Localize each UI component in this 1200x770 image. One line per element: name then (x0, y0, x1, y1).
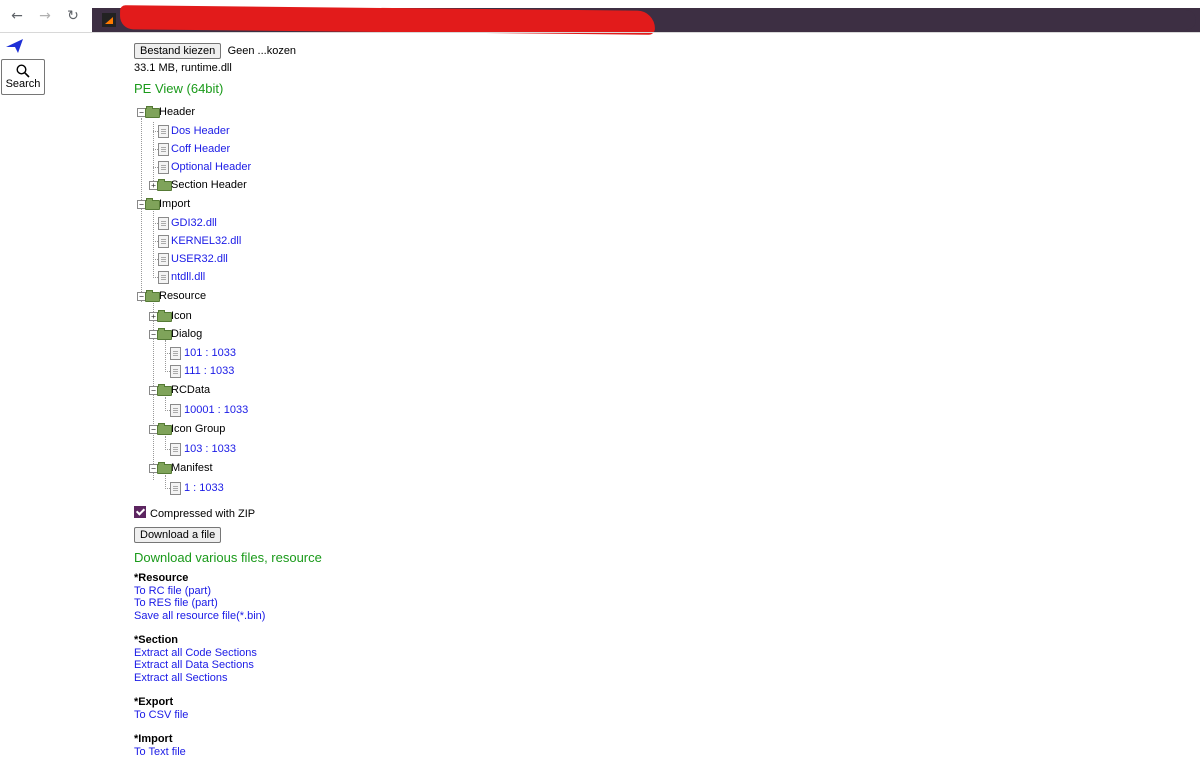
download-sections: *Resource To RC file (part) To RES file … (134, 572, 265, 770)
document-icon (170, 365, 181, 378)
tree-label: Icon Group (171, 423, 226, 435)
site-favicon-icon (102, 13, 116, 27)
tree-link[interactable]: Coff Header (171, 142, 230, 156)
tree-guide-line (165, 340, 166, 372)
search-button-label: Search (5, 78, 41, 90)
folder-open-icon (145, 290, 160, 302)
tree-link[interactable]: Dos Header (171, 124, 230, 138)
document-icon (170, 404, 181, 417)
tree-link[interactable]: 101 : 1033 (184, 346, 236, 360)
tree-label: Icon (171, 310, 192, 322)
search-icon (16, 64, 30, 78)
arrow-left-icon[interactable]: ← (8, 7, 26, 25)
tree-guide-line (165, 475, 166, 489)
import-section: *Import To Text file (134, 733, 265, 758)
document-icon (158, 217, 169, 230)
folder-icon (157, 310, 172, 322)
file-chooser: Bestand kiezen Geen ...kozen (134, 43, 296, 59)
download-file-button[interactable]: Download a file (134, 527, 222, 543)
tree-label: Manifest (171, 462, 213, 474)
section-section: *Section Extract all Code Sections Extra… (134, 634, 265, 684)
folder-open-icon (157, 384, 172, 396)
address-bar[interactable] (92, 5, 1200, 35)
tree-link[interactable]: 10001 : 1033 (184, 403, 248, 417)
tree-link[interactable]: 111 : 1033 (184, 364, 234, 378)
tree-label: Section Header (171, 179, 247, 191)
download-button-wrap: Download a file (134, 527, 222, 543)
arrow-right-icon[interactable]: → (36, 7, 54, 25)
document-icon (170, 482, 181, 495)
tree-link[interactable]: ntdll.dll (171, 270, 205, 284)
resource-section: *Resource To RC file (part) To RES file … (134, 572, 265, 622)
choose-file-button[interactable]: Bestand kiezen (134, 43, 222, 59)
section-heading: *Section (134, 634, 179, 646)
pe-view-title: PE View (64bit) (134, 81, 224, 96)
folder-open-icon (145, 106, 160, 118)
extract-data-sections-link[interactable]: Extract all Data Sections (134, 659, 265, 672)
document-icon (170, 347, 181, 360)
tree-link[interactable]: 1 : 1033 (184, 481, 224, 495)
section-heading: *Import (134, 733, 173, 745)
tree-label: Resource (159, 290, 207, 302)
tree-guide-line (141, 118, 142, 302)
folder-open-icon (145, 198, 160, 210)
to-text-file-link[interactable]: To Text file (134, 746, 265, 759)
folder-open-icon (157, 462, 172, 474)
file-status: Geen ...kozen (227, 45, 297, 57)
document-icon (158, 125, 169, 138)
reload-icon[interactable]: ↻ (64, 7, 82, 25)
to-csv-file-link[interactable]: To CSV file (134, 709, 265, 722)
tree-link[interactable]: USER32.dll (171, 252, 228, 266)
tree-link[interactable]: Optional Header (171, 160, 251, 174)
document-icon (170, 443, 181, 456)
compressed-label: Compressed with ZIP (150, 508, 256, 520)
section-heading: *Resource (134, 572, 189, 584)
arrow-logo-icon[interactable] (4, 38, 24, 54)
tree-label: Import (159, 198, 191, 210)
folder-open-icon (157, 328, 172, 340)
document-icon (158, 161, 169, 174)
document-icon (158, 271, 169, 284)
tree-label: Header (159, 106, 196, 118)
search-button[interactable]: Search (1, 59, 45, 95)
folder-open-icon (157, 423, 172, 435)
tree-link[interactable]: KERNEL32.dll (171, 234, 241, 248)
tree-link[interactable]: 103 : 1033 (184, 442, 236, 456)
toolbar-divider (0, 32, 1200, 33)
redaction-mark (119, 5, 656, 35)
address-field[interactable] (96, 5, 1196, 35)
file-info: 33.1 MB, runtime.dll (134, 62, 232, 74)
tree-link[interactable]: GDI32.dll (171, 216, 217, 230)
compressed-checkbox[interactable] (134, 506, 146, 518)
section-heading: *Export (134, 696, 174, 708)
document-icon (158, 235, 169, 248)
document-icon (158, 253, 169, 266)
browser-toolbar: ← → ↻ (0, 0, 1200, 35)
to-rc-file-link[interactable]: To RC file (part) (134, 585, 265, 598)
save-all-resource-link[interactable]: Save all resource file(*.bin) (134, 610, 265, 623)
compressed-zip-option[interactable]: Compressed with ZIP (134, 506, 255, 520)
tree-guide-line (153, 211, 154, 278)
export-section: *Export To CSV file (134, 696, 265, 721)
extract-code-sections-link[interactable]: Extract all Code Sections (134, 647, 265, 660)
folder-icon (157, 179, 172, 191)
document-icon (158, 143, 169, 156)
tree-label: Dialog (171, 328, 203, 340)
tree-guide-line (165, 436, 166, 450)
extract-all-sections-link[interactable]: Extract all Sections (134, 672, 265, 685)
tree-guide-line (165, 397, 166, 411)
to-res-file-link[interactable]: To RES file (part) (134, 597, 265, 610)
download-title: Download various files, resource (134, 550, 322, 565)
tree-label: RCData (171, 384, 211, 396)
